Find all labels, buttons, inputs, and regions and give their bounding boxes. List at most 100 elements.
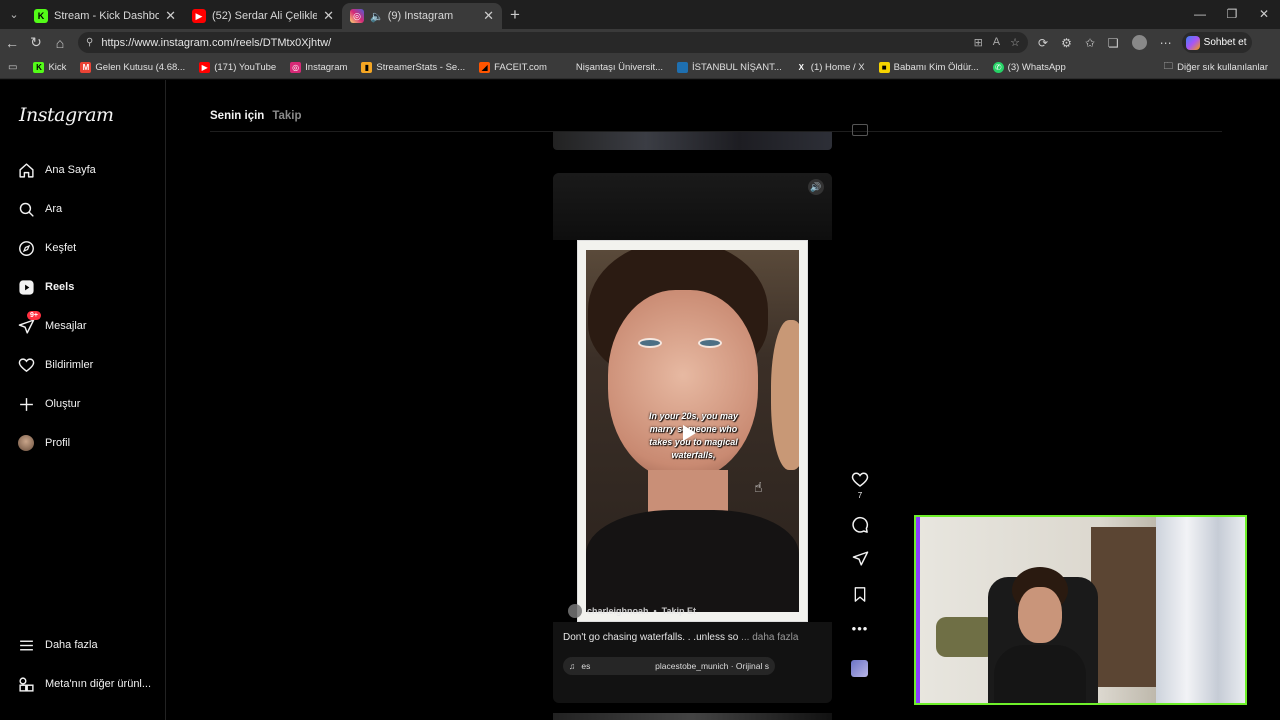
sidebar-item-notifications[interactable]: Bildirimler — [17, 352, 93, 378]
collections-icon[interactable]: ❏ — [1108, 36, 1119, 50]
heart-icon — [17, 356, 35, 374]
sidebar-item-search[interactable]: Ara — [17, 196, 62, 222]
sidebar-item-profile[interactable]: Profil — [17, 430, 70, 456]
apps-icon[interactable]: ⊞ — [974, 36, 983, 49]
profile-avatar[interactable] — [1131, 35, 1147, 50]
like-button[interactable]: 7 — [848, 471, 872, 500]
follow-button[interactable]: Takip Et — [662, 606, 696, 616]
sidebar-item-meta-apps[interactable]: Meta'nın diğer ürünl... — [17, 671, 151, 697]
sidebar-item-explore[interactable]: Keşfet — [17, 235, 76, 261]
volume-icon[interactable]: 🔊 — [808, 179, 824, 195]
mouse-cursor-icon: ☝ — [754, 479, 763, 495]
tab-youtube[interactable]: ▶ (52) Serdar Ali Çelikler | Nasibi zor … — [184, 3, 342, 29]
site-info-icon[interactable]: ⚲ — [86, 37, 93, 48]
tab-for-you[interactable]: Senin için — [210, 110, 264, 122]
instagram-logo[interactable]: Instagram — [19, 104, 114, 126]
puzzle-icon[interactable]: ⚙ — [1061, 36, 1072, 50]
bookmark-label: (3) WhatsApp — [1007, 61, 1066, 73]
folder-icon: 🗀 — [1163, 61, 1174, 72]
bookmarks-bar: ▭ K Kick M Gelen Kutusu (4.68... ▶ (171) Yo… — [0, 56, 1280, 79]
tab-actions-chevron-icon[interactable]: ⌄ — [2, 4, 26, 26]
author-avatar[interactable] — [568, 604, 582, 618]
close-window-icon[interactable]: ✕ — [1248, 0, 1280, 29]
feed-tabs: Senin için Takip — [210, 110, 302, 122]
comment-button[interactable] — [848, 516, 872, 534]
copilot-button[interactable]: Sohbet et — [1181, 32, 1253, 53]
blank-favicon-icon — [561, 62, 572, 73]
minimize-icon[interactable]: — — [1184, 0, 1216, 29]
more-link[interactable]: ... daha fazla — [741, 632, 798, 643]
maximize-icon[interactable]: ❐ — [1216, 0, 1248, 29]
reel-author[interactable]: charleighnoah • Takip Et — [568, 604, 696, 618]
author-username[interactable]: charleighnoah — [587, 606, 649, 616]
previous-reel-thumbnail[interactable] — [553, 132, 832, 150]
bookmark-streamerstats[interactable]: ▮ StreamerStats - Se... — [361, 61, 465, 73]
tab-instagram[interactable]: ◎ 🔈 (9) Instagram ✕ — [342, 3, 502, 29]
bookmark-faceit[interactable]: ◢ FACEIT.com — [479, 61, 547, 73]
reel-description: Don't go chasing waterfalls. . .unless s… — [563, 632, 798, 643]
share-button[interactable] — [848, 550, 872, 567]
more-menu-icon[interactable]: ⋯ — [1160, 36, 1172, 50]
bookmark-istanbul-nisantasi[interactable]: İSTANBUL NİŞANT... — [677, 61, 782, 73]
messages-icon: 9+ — [17, 311, 41, 335]
sidebar-item-reels[interactable]: Reels — [17, 274, 74, 300]
reel-video[interactable]: In your 20s, you may marry someone who t… — [553, 240, 832, 622]
compass-icon — [17, 239, 35, 257]
sidebar-item-label: Ara — [45, 203, 63, 215]
sidebar-item-label: Daha fazla — [45, 639, 98, 651]
audio-left-text: es — [581, 661, 591, 671]
next-reel-thumbnail[interactable] — [553, 713, 832, 720]
bookmark-label: Gelen Kutusu (4.68... — [95, 61, 186, 73]
bookmark-gmail[interactable]: M Gelen Kutusu (4.68... — [80, 61, 186, 73]
bookmark-youtube[interactable]: ▶ (171) YouTube — [199, 61, 277, 73]
bookmark-whatsapp[interactable]: ✆ (3) WhatsApp — [992, 61, 1066, 73]
eye-left — [638, 338, 662, 348]
sidebar-item-messages[interactable]: 9+ Mesajlar — [17, 311, 87, 339]
new-tab-plus-icon[interactable]: + — [510, 5, 520, 25]
reading-list-icon[interactable]: ▭ — [8, 62, 17, 73]
read-aloud-icon[interactable]: A — [993, 36, 1000, 49]
back-arrow-icon[interactable]: ← — [0, 35, 24, 51]
close-tab-icon[interactable]: ✕ — [165, 8, 176, 24]
url-field[interactable]: ⚲ https://www.instagram.com/reels/DTMtx0… — [78, 32, 1028, 53]
window-controls: — ❐ ✕ — [1184, 0, 1280, 29]
bookmark-label: (171) YouTube — [214, 61, 277, 73]
play-icon[interactable] — [683, 425, 696, 441]
sidebar-item-home[interactable]: Ana Sayfa — [17, 157, 96, 183]
meta-apps-icon — [17, 675, 35, 693]
bookmark-babami[interactable]: ■ Babamı Kim Öldür... — [878, 61, 979, 73]
menu-icon — [17, 636, 35, 654]
kick-icon: K — [33, 61, 45, 73]
more-options-button[interactable]: ••• — [848, 621, 872, 636]
reel-audio-bar[interactable]: ♫ es placestobe_munich · Orijinal s — [563, 657, 775, 675]
bookmark-label: Nişantaşı Üniversit... — [575, 61, 664, 73]
other-favorites-folder[interactable]: 🗀 Diğer sık kullanılanlar — [1164, 59, 1268, 75]
audio-thumbnail-icon[interactable] — [851, 660, 868, 677]
tab-following[interactable]: Takip — [272, 110, 301, 122]
extensions-icon[interactable]: ⟳ — [1038, 36, 1048, 50]
favorite-star-icon[interactable]: ☆ — [1010, 36, 1020, 49]
bookmark-x[interactable]: X (1) Home / X — [795, 61, 865, 73]
bookmark-label: Kick — [48, 61, 67, 73]
close-tab-icon[interactable]: ✕ — [323, 8, 334, 24]
bookmark-label: Instagram — [305, 61, 348, 73]
separator-dot: • — [653, 606, 657, 616]
favorites-icon[interactable]: ✩ — [1085, 36, 1095, 50]
sidebar-item-label: Meta'nın diğer ürünl... — [45, 678, 152, 690]
previous-reel-audio-thumb-icon[interactable] — [852, 124, 868, 136]
tab-kick-dashboard[interactable]: K Stream - Kick Dashboard ✕ — [26, 3, 184, 29]
bookmark-kick[interactable]: K Kick — [33, 61, 67, 73]
sidebar-item-more[interactable]: Daha fazla — [17, 632, 98, 658]
speaker-icon[interactable]: 🔈 — [370, 10, 384, 23]
sidebar-item-create[interactable]: Oluştur — [17, 391, 80, 417]
tab-title: Stream - Kick Dashboard — [54, 10, 160, 22]
home-icon[interactable]: ⌂ — [48, 35, 72, 51]
refresh-icon[interactable]: ↻ — [24, 34, 48, 51]
close-tab-icon[interactable]: ✕ — [483, 8, 494, 24]
bookmark-instagram[interactable]: ◎ Instagram — [290, 61, 348, 73]
bookmark-favicon-icon: ■ — [878, 61, 890, 73]
kick-icon: K — [34, 9, 48, 23]
bookmark-nisantasi[interactable]: Nişantaşı Üniversit... — [561, 62, 663, 73]
background-person — [771, 320, 799, 470]
save-button[interactable] — [848, 586, 872, 603]
